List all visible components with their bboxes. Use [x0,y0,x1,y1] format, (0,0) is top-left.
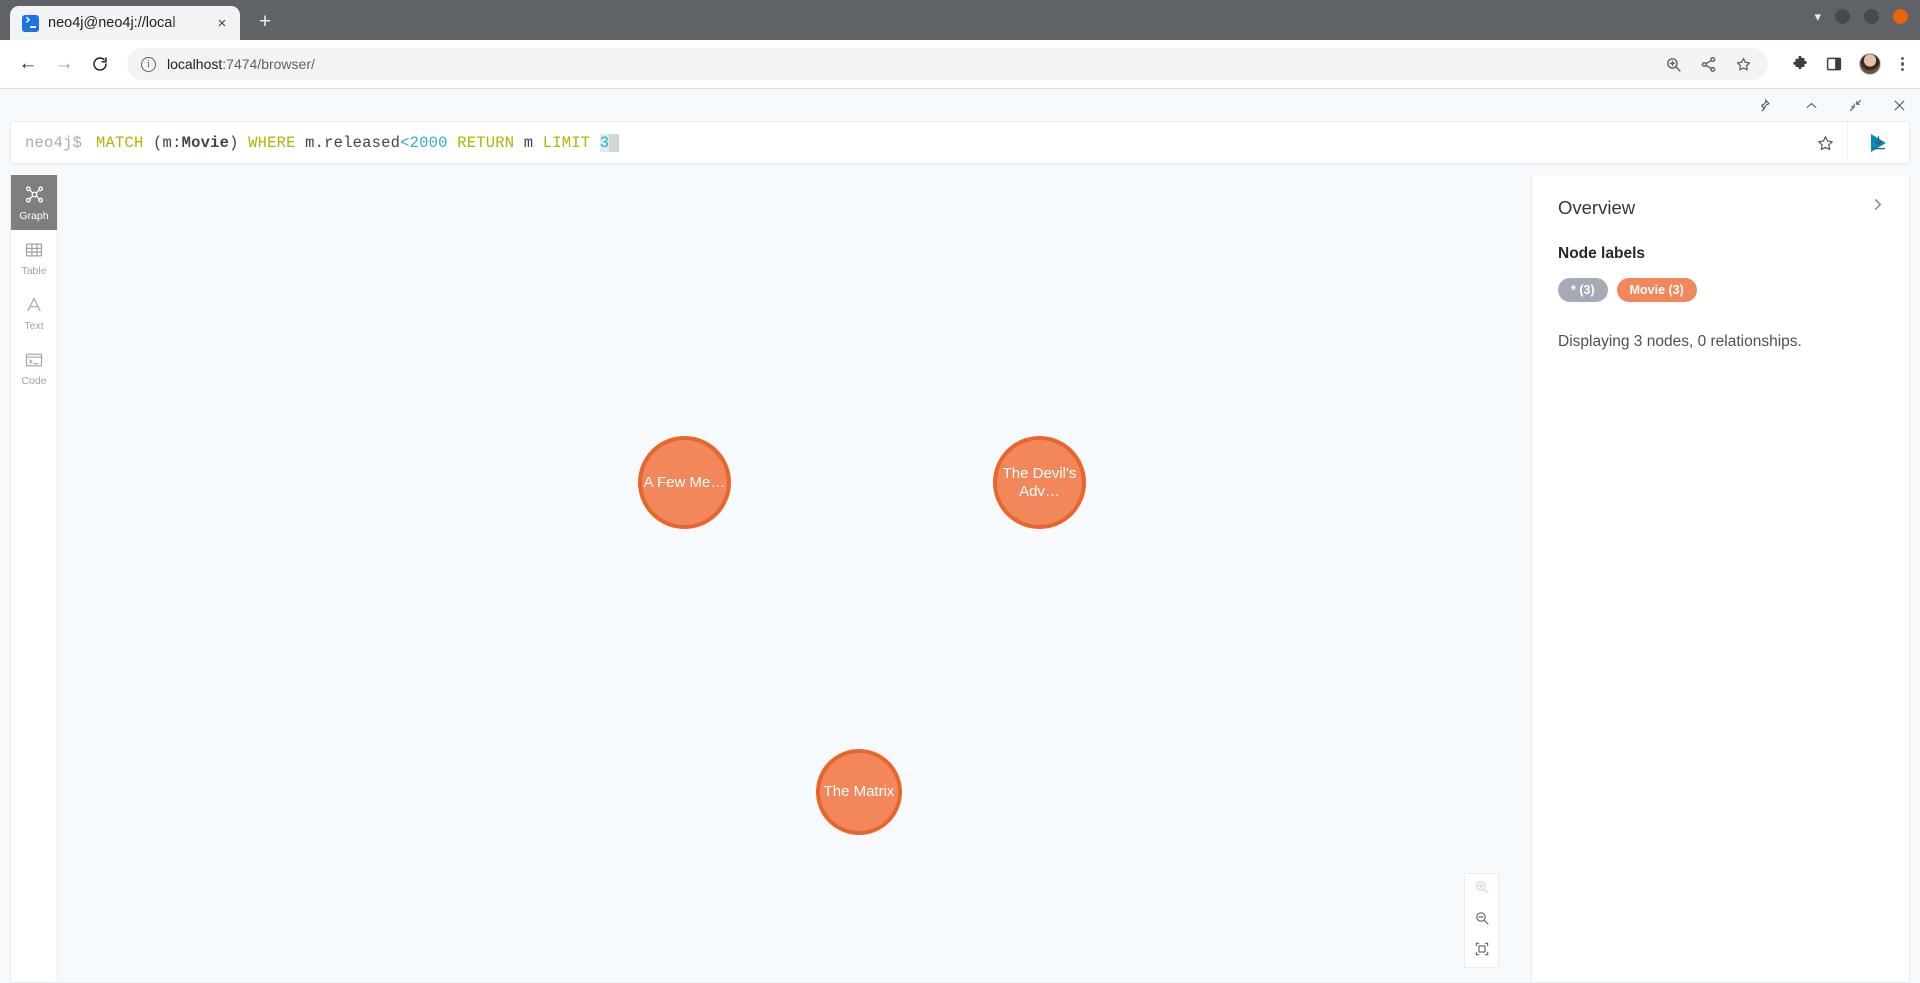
chevron-up-icon[interactable] [1804,98,1819,113]
node-caption: A Few Me… [643,473,726,491]
omnibox-actions [1665,48,1768,80]
open-paren: ( [143,133,163,152]
zoom-out-icon [1474,910,1490,931]
zoom-in-button[interactable] [1465,874,1498,905]
zoom-in-icon [1474,879,1490,900]
fit-to-screen-icon [1474,941,1490,962]
window-close-button[interactable] [1893,9,1908,24]
close-paren: ) [229,133,249,152]
node-caption: The Devil's Adv… [1002,464,1077,500]
zoom-icon[interactable] [1665,56,1682,73]
browser-tab-bar: neo4j@neo4j://local × + ▾ [0,0,1920,40]
maximize-button[interactable] [1864,9,1879,24]
graph-node[interactable]: A Few Me… [638,436,731,529]
browser-extensions-area [1779,53,1908,76]
cypher-editor[interactable]: neo4j$ MATCH (m:Movie) WHERE m.released<… [10,121,1910,164]
extensions-puzzle-icon[interactable] [1791,55,1809,73]
editor-toolbar [0,89,1920,121]
label-chip-movie[interactable]: Movie (3) [1616,278,1697,302]
label-movie: Movie [181,133,230,152]
overview-panel: Overview Node labels * (3) Movie (3) Dis… [1531,175,1909,982]
zoom-out-button[interactable] [1465,905,1498,936]
url-path: :7474/browser/ [222,56,315,72]
site-info-icon[interactable]: i [141,56,156,72]
url-text: localhost:7474/browser/ [167,56,315,72]
var-m: m [162,133,173,152]
result-frame: Graph Table Text Code A Few Me… The Devi… [10,175,1910,983]
url-host: localhost [167,56,223,72]
neo4j-browser-app: neo4j$ MATCH (m:Movie) WHERE m.released<… [0,89,1920,983]
profile-avatar[interactable] [1858,53,1881,75]
cypher-query-text[interactable]: MATCH (m:Movie) WHERE m.released<2000 RE… [96,133,1847,152]
chevron-right-icon[interactable] [1870,197,1885,217]
chevron-down-icon[interactable]: ▾ [1814,10,1821,23]
tab-table-label: Table [21,264,47,277]
operator-lt: < [400,133,410,152]
graph-node[interactable]: The Devil's Adv… [993,436,1086,529]
text-icon [24,294,44,316]
graph-node[interactable]: The Matrix [816,749,902,835]
overview-title: Overview [1558,197,1636,218]
view-tab-strip: Graph Table Text Code [11,175,58,982]
close-icon[interactable] [1892,98,1907,113]
reload-button[interactable] [84,48,116,80]
editor-prompt: neo4j$ [25,133,83,152]
browser-tab[interactable]: neo4j@neo4j://local × [10,6,240,40]
new-tab-button[interactable]: + [250,7,280,37]
property-released: m.released [295,133,401,152]
graph-icon [24,184,45,206]
fit-to-screen-button[interactable] [1465,936,1498,967]
tab-code-label: Code [21,374,47,387]
window-controls: ▾ [1814,9,1908,24]
node-labels-heading: Node labels [1558,245,1645,262]
forward-button[interactable]: → [48,48,80,80]
colon: : [172,133,182,152]
pin-icon[interactable] [1760,98,1775,113]
tab-title: neo4j@neo4j://local [48,15,176,31]
graph-canvas[interactable]: A Few Me… The Devil's Adv… The Matrix [58,175,1531,982]
text-cursor [609,133,619,152]
number-3-selected: 3 [599,133,610,152]
table-icon [24,239,44,261]
tab-table[interactable]: Table [11,230,57,285]
kw-return: RETURN [447,133,515,152]
node-caption: The Matrix [823,783,895,801]
label-chip-all[interactable]: * (3) [1558,278,1608,302]
tab-text[interactable]: Text [11,285,57,340]
contract-icon[interactable] [1848,98,1863,113]
kw-limit: LIMIT [533,133,591,152]
tab-graph-label: Graph [19,209,49,222]
tab-graph[interactable]: Graph [11,175,57,230]
back-button[interactable]: ← [12,48,44,80]
menu-kebab-icon[interactable] [1897,53,1908,76]
terminal-icon [22,12,39,32]
kw-match: MATCH [96,133,144,152]
bookmark-star-icon[interactable] [1735,56,1752,73]
code-icon [24,349,44,371]
editor-tool-icons [1760,89,1907,121]
address-bar[interactable]: i localhost:7474/browser/ [127,48,1768,80]
kw-where: WHERE [248,133,296,152]
zoom-controls [1464,873,1499,968]
node-label-chips: * (3) Movie (3) [1558,278,1883,302]
editor-side-actions [1788,121,1910,166]
download-icon[interactable] [1869,134,1888,153]
var-m-return: m [514,133,534,152]
number-2000: 2000 [409,133,448,152]
overview-status: Displaying 3 nodes, 0 relationships. [1558,333,1802,350]
favorite-star-icon[interactable] [1816,134,1835,153]
share-icon[interactable] [1700,56,1717,73]
editor-container: neo4j$ MATCH (m:Movie) WHERE m.released<… [0,121,1920,164]
minimize-button[interactable] [1835,9,1850,24]
tab-text-label: Text [24,319,44,332]
close-icon[interactable]: × [212,13,232,33]
side-panel-icon[interactable] [1825,55,1843,73]
tab-code[interactable]: Code [11,340,57,395]
browser-toolbar: ← → i localhost:7474/browser/ [0,40,1920,89]
